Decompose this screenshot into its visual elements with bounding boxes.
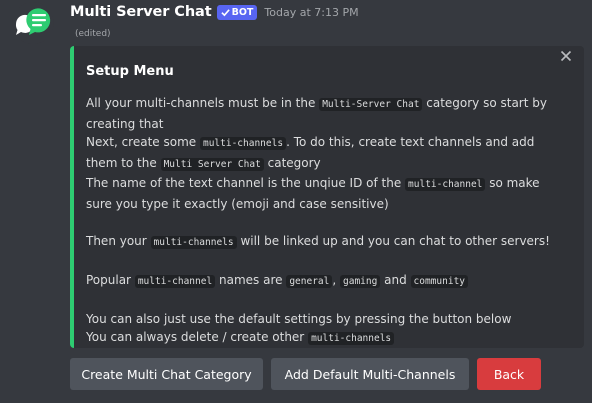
embed-description: All your multi-channels must be in the M… <box>86 94 556 349</box>
description-line-5: Popular multi-channel names are general,… <box>86 271 556 292</box>
text-span: Popular <box>86 272 135 287</box>
message-header: Multi Server Chat BOT Today at 7:13 PM <box>70 1 359 23</box>
embed: Setup Menu All your multi-channels must … <box>70 46 584 348</box>
text-span: You can also just use the default settin… <box>86 311 512 326</box>
text-span: will be linked up and you can chat to ot… <box>236 233 550 248</box>
inline-code: gaming <box>340 274 381 288</box>
inline-code: multi-channels <box>199 137 287 150</box>
bot-tag-label: BOT <box>231 6 254 18</box>
description-line-1: All your multi-channels must be in the M… <box>86 94 556 133</box>
text-span: category <box>263 155 321 170</box>
add-default-multi-channels-button[interactable]: Add Default Multi-Channels <box>271 358 469 390</box>
close-icon[interactable] <box>558 48 574 64</box>
description-line-6: You can also just use the default settin… <box>86 310 556 329</box>
text-span: All your multi-channels must be in the <box>86 96 320 110</box>
description-line-7: You can always delete / create other mul… <box>86 328 556 349</box>
text-span: names are <box>215 272 287 287</box>
text-span: Next, create some <box>86 135 200 149</box>
bot-tag: BOT <box>216 4 258 20</box>
text-span: and <box>380 272 411 287</box>
inline-code: general <box>286 274 333 288</box>
description-line-3: The name of the text channel is the unqi… <box>86 174 556 213</box>
description-line-2: Next, create some multi-channels. To do … <box>86 133 556 174</box>
inline-code: multi-channel <box>405 178 486 191</box>
description-line-4: Then your multi-channels will be linked … <box>86 232 556 253</box>
text-span: You can always delete / create other <box>86 330 309 344</box>
edited-label: (edited) <box>75 29 111 39</box>
inline-code: Multi Server Chat <box>160 157 264 171</box>
text-span: , <box>332 272 340 287</box>
text-span: Then your <box>86 233 151 248</box>
timestamp[interactable]: Today at 7:13 PM <box>264 6 358 19</box>
text-span: The name of the text channel is the unqi… <box>86 176 406 190</box>
inline-code: multi-channels <box>150 235 237 249</box>
action-row: Create Multi Chat Category Add Default M… <box>70 358 541 390</box>
back-button[interactable]: Back <box>477 358 541 390</box>
create-multi-chat-category-button[interactable]: Create Multi Chat Category <box>70 358 263 390</box>
bot-avatar[interactable] <box>12 2 54 44</box>
inline-code: Multi-Server Chat <box>319 98 423 111</box>
inline-code: multi-channel <box>134 274 216 288</box>
chat-bubbles-icon <box>12 2 54 44</box>
chat-message: Multi Server Chat BOT Today at 7:13 PM (… <box>0 0 592 403</box>
embed-title: Setup Menu <box>86 64 174 79</box>
username[interactable]: Multi Server Chat <box>70 4 212 20</box>
inline-code: community <box>410 274 469 288</box>
inline-code: multi-channels <box>308 332 395 345</box>
checkmark-icon <box>220 8 230 16</box>
